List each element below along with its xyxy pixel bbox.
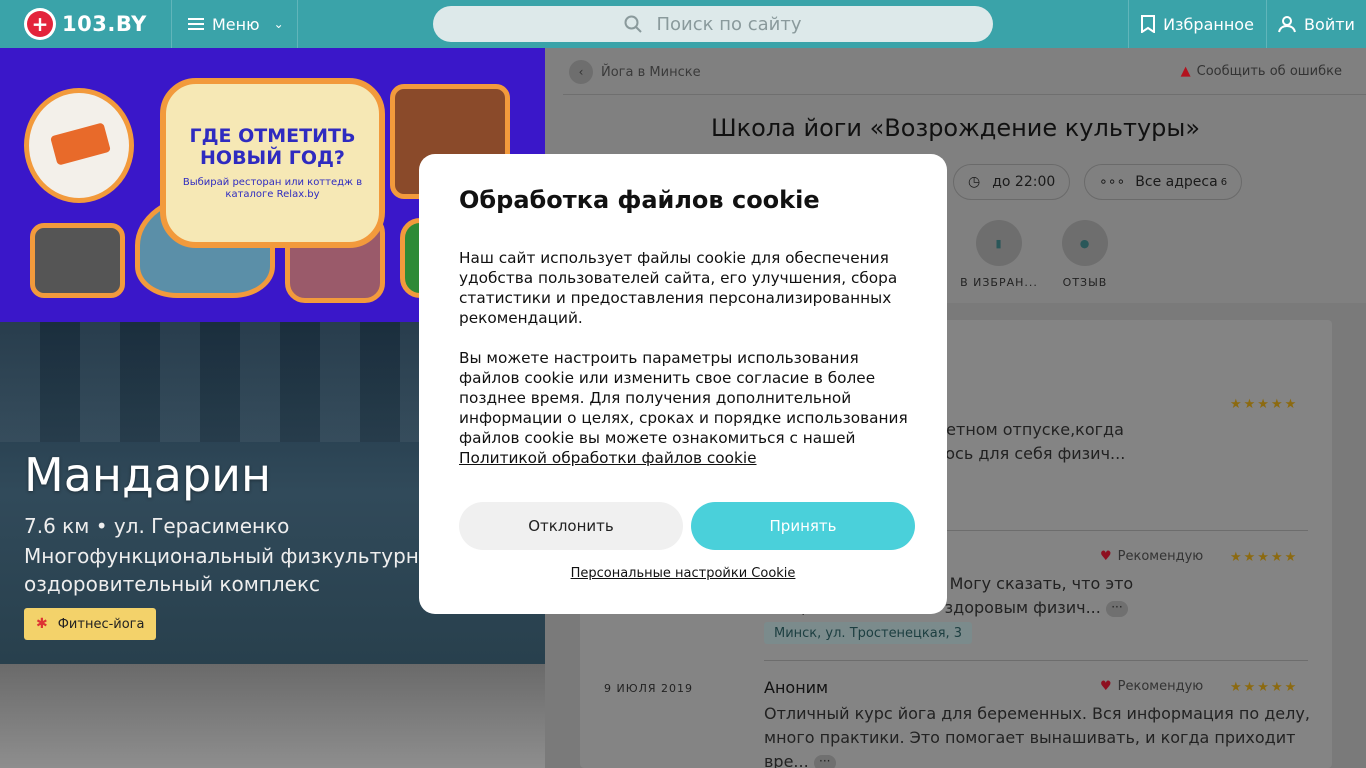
rating-stars: ★★★★★ xyxy=(1230,680,1299,695)
left-bottom-area xyxy=(0,664,545,768)
star-icon: ✱ xyxy=(36,616,48,632)
plate-sticker xyxy=(24,88,134,203)
write-review-label: ОТЗЫВ xyxy=(1062,276,1108,289)
venue-tag[interactable]: ✱ Фитнес-йога xyxy=(24,608,157,640)
clock-icon: ◷ xyxy=(968,174,981,190)
logo-text: 103.BY xyxy=(62,12,147,36)
write-review-action[interactable]: ● ОТЗЫВ xyxy=(1040,220,1130,289)
cookie-paragraph-2: Вы можете настроить параметры использова… xyxy=(459,348,909,468)
camera-sticker xyxy=(30,223,125,298)
review-location[interactable]: Минск, ул. Тростенецкая, 3 xyxy=(764,622,973,644)
add-favorite-label: В ИЗБРАН... xyxy=(960,276,1038,289)
review-text-line: Отличный курс йога для беременных. Вся и… xyxy=(764,704,1310,723)
recommend-label: Рекомендую xyxy=(1117,679,1204,694)
rating-stars: ★★★★★ xyxy=(1230,550,1299,565)
personal-cookie-settings-link[interactable]: Персональные настройки Cookie xyxy=(419,566,947,581)
addresses-count: 6 xyxy=(1220,176,1228,188)
cookie-dialog: Обработка файлов cookie Наш сайт использ… xyxy=(419,154,947,614)
banner-subtitle: Выбирай ресторан или коттедж в каталоге … xyxy=(182,177,363,200)
site-logo[interactable]: + 103.BY xyxy=(0,0,172,48)
page-title: Школа йоги «Возрождение культуры» xyxy=(710,114,1201,142)
cookie-dialog-title: Обработка файлов cookie xyxy=(459,186,820,214)
venue-name: Мандарин xyxy=(24,448,272,502)
favorites-label: Избранное xyxy=(1163,14,1254,34)
addresses-chip[interactable]: ∘∘∘ Все адреса 6 xyxy=(1084,164,1243,200)
hamburger-icon xyxy=(188,18,204,30)
dots-icon: ∘∘∘ xyxy=(1099,174,1126,190)
venue-address: 7.6 км • ул. Герасименко xyxy=(24,514,290,538)
breadcrumb[interactable]: ‹ Йога в Минске xyxy=(569,60,701,84)
divider xyxy=(563,94,1366,95)
cookie-paragraph-1: Наш сайт использует файлы cookie для обе… xyxy=(459,249,898,327)
cookie-policy-link[interactable]: Политикой обработки файлов cookie xyxy=(459,449,757,467)
breadcrumb-label[interactable]: Йога в Минске xyxy=(601,65,701,80)
hours-label: до 22:00 xyxy=(992,174,1056,190)
venue-tag-label: Фитнес-йога xyxy=(57,616,145,632)
review-author: Аноним xyxy=(764,678,829,697)
user-icon xyxy=(1278,16,1297,33)
add-favorite-action[interactable]: ▮ В ИЗБРАН... xyxy=(954,220,1044,289)
report-error-label: Сообщить об ошибке xyxy=(1196,64,1342,79)
cookie-paragraph-2-text: Вы можете настроить параметры использова… xyxy=(459,349,908,447)
rating-stars: ★★★★★ xyxy=(1230,397,1299,412)
cookie-buttons: Отклонить Принять xyxy=(459,502,915,550)
bookmark-icon xyxy=(1141,15,1156,33)
recommend-label: Рекомендую xyxy=(1117,549,1204,564)
more-icon[interactable]: ··· xyxy=(1105,600,1128,617)
hours-chip[interactable]: ◷ до 22:00 xyxy=(953,164,1071,200)
chevron-left-icon[interactable]: ‹ xyxy=(569,60,593,84)
review-date: 9 ИЮЛЯ 2019 xyxy=(604,682,694,695)
review-text-line: вре... ··· xyxy=(764,750,836,768)
warning-icon: ▲ xyxy=(1180,64,1191,79)
search-icon xyxy=(624,15,643,33)
venue-description: Многофункциональный физкультурно-оздоров… xyxy=(24,544,439,596)
recommend-badge: ♥ Рекомендую xyxy=(1100,549,1203,564)
banner-title: ГДЕ ОТМЕТИТЬ НОВЫЙ ГОД? xyxy=(189,125,356,169)
chevron-down-icon: ⌄ xyxy=(273,17,284,31)
chat-icon: ● xyxy=(1062,220,1108,266)
search-placeholder: Поиск по сайту xyxy=(656,13,802,35)
login-label: Войти xyxy=(1304,14,1355,34)
review-text-fragment: вре... xyxy=(764,752,809,768)
review-text-line: много практики. Это помогает вынашивать,… xyxy=(764,728,1296,747)
accept-button[interactable]: Принять xyxy=(691,502,915,550)
search-input[interactable]: Поиск по сайту xyxy=(433,6,993,42)
heart-icon: ♥ xyxy=(1100,549,1112,564)
more-icon[interactable]: ··· xyxy=(813,754,836,768)
menu-button[interactable]: Меню ⌄ xyxy=(172,0,298,48)
report-error-link[interactable]: ▲ Сообщить об ошибке xyxy=(1181,64,1342,79)
favorites-button[interactable]: Избранное xyxy=(1128,0,1266,48)
banner-textbox: ГДЕ ОТМЕТИТЬ НОВЫЙ ГОД? Выбирай ресторан… xyxy=(160,78,385,248)
decline-button[interactable]: Отклонить xyxy=(459,502,683,550)
top-header: + 103.BY Меню ⌄ Поиск по сайту Избранное… xyxy=(0,0,1366,48)
logo-cross-icon: + xyxy=(24,8,56,40)
menu-label: Меню xyxy=(212,14,260,34)
login-button[interactable]: Войти xyxy=(1266,0,1366,48)
heart-icon: ♥ xyxy=(1100,679,1112,694)
review-separator xyxy=(764,660,1308,661)
bookmark-icon: ▮ xyxy=(976,220,1022,266)
recommend-badge: ♥ Рекомендую xyxy=(1100,679,1203,694)
addresses-label: Все адреса xyxy=(1135,174,1218,190)
